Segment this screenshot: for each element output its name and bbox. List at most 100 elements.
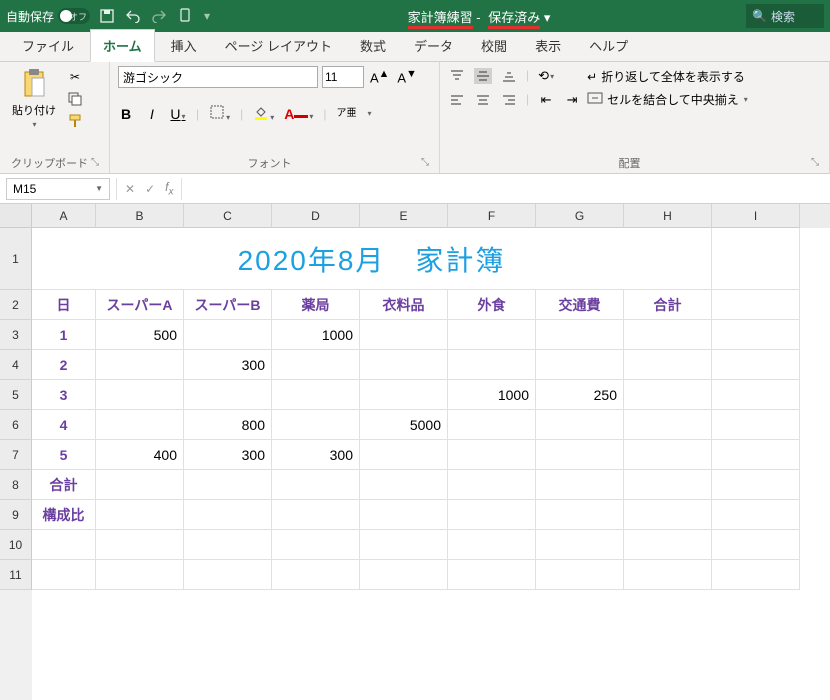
align-bottom-button[interactable] [500,68,518,84]
cell[interactable] [624,500,712,530]
format-painter-button[interactable] [66,112,84,130]
data-cell[interactable] [96,380,184,410]
total-label[interactable]: 合計 [32,470,96,500]
row-header[interactable]: 11 [0,560,32,590]
align-left-button[interactable] [448,92,466,108]
select-all-corner[interactable] [0,204,32,228]
copy-button[interactable] [66,90,84,108]
cell[interactable] [360,500,448,530]
font-color-button[interactable]: A▾ [284,106,313,122]
data-cell[interactable]: 1000 [448,380,536,410]
tab-page-layout[interactable]: ページ レイアウト [213,30,344,61]
cell[interactable] [184,470,272,500]
cell[interactable] [712,410,800,440]
phonetic-button[interactable]: ア亜 [337,109,357,119]
row-header[interactable]: 5 [0,380,32,410]
cell[interactable] [272,530,360,560]
day-cell[interactable]: 1 [32,320,96,350]
redo-icon[interactable] [150,7,168,25]
row-header[interactable]: 10 [0,530,32,560]
cell[interactable] [712,350,800,380]
col-header[interactable]: A [32,204,96,228]
data-cell[interactable]: 500 [96,320,184,350]
undo-icon[interactable] [124,7,142,25]
touch-mode-icon[interactable] [176,7,194,25]
data-cell[interactable] [96,350,184,380]
tab-data[interactable]: データ [402,30,465,61]
col-header[interactable]: D [272,204,360,228]
header-cell[interactable]: 交通費 [536,290,624,320]
data-cell[interactable] [536,320,624,350]
name-box[interactable]: M15 ▼ [6,178,110,200]
data-cell[interactable] [360,440,448,470]
insert-function-button[interactable]: fx [165,180,173,197]
cell[interactable] [712,228,800,290]
cell[interactable] [712,380,800,410]
data-cell[interactable]: 300 [184,440,272,470]
cell[interactable] [712,470,800,500]
data-cell[interactable]: 800 [184,410,272,440]
fill-color-button[interactable]: ▾ [253,104,274,123]
enter-formula-button[interactable]: ✓ [145,182,155,196]
header-cell[interactable]: スーパーA [96,290,184,320]
day-cell[interactable]: 5 [32,440,96,470]
cell[interactable] [624,560,712,590]
data-cell[interactable] [272,410,360,440]
ratio-label[interactable]: 構成比 [32,500,96,530]
data-cell[interactable] [184,320,272,350]
data-cell[interactable] [448,440,536,470]
data-cell[interactable] [624,410,712,440]
cell[interactable] [360,470,448,500]
wrap-text-button[interactable]: ↵ 折り返して全体を表示する [587,68,748,85]
header-cell[interactable]: 合計 [624,290,712,320]
align-center-button[interactable] [474,92,492,108]
cell[interactable] [272,500,360,530]
search-box[interactable]: 🔍 検索 [746,4,824,28]
tab-review[interactable]: 校閲 [469,30,519,61]
cell[interactable] [536,560,624,590]
row-header[interactable]: 4 [0,350,32,380]
row-header[interactable]: 9 [0,500,32,530]
cell[interactable] [712,530,800,560]
data-cell[interactable] [272,350,360,380]
decrease-indent-button[interactable]: ⇤ [537,92,555,108]
data-cell[interactable] [536,410,624,440]
merge-center-button[interactable]: セルを結合して中央揃え ▾ [587,91,748,108]
data-cell[interactable] [360,380,448,410]
row-header[interactable]: 2 [0,290,32,320]
day-cell[interactable]: 4 [32,410,96,440]
clipboard-dialog-launcher[interactable]: ⤡ [91,157,101,168]
header-cell[interactable]: 衣料品 [360,290,448,320]
row-header[interactable]: 7 [0,440,32,470]
cell[interactable] [536,500,624,530]
cell[interactable] [712,320,800,350]
col-header[interactable]: H [624,204,712,228]
cut-button[interactable]: ✂ [66,68,84,86]
cell[interactable] [184,500,272,530]
data-cell[interactable] [184,380,272,410]
tab-file[interactable]: ファイル [10,30,86,61]
cell[interactable] [712,560,800,590]
header-cell[interactable]: 薬局 [272,290,360,320]
alignment-dialog-launcher[interactable]: ⤡ [811,157,821,168]
header-cell[interactable]: 日 [32,290,96,320]
header-cell[interactable]: 外食 [448,290,536,320]
data-cell[interactable] [624,440,712,470]
qat-dropdown-icon[interactable]: ▾ [204,9,210,23]
bold-button[interactable]: B [118,106,134,122]
data-cell[interactable]: 300 [184,350,272,380]
cell[interactable] [448,470,536,500]
italic-button[interactable]: I [144,106,160,122]
orientation-button[interactable]: ⟲▾ [537,68,555,84]
data-cell[interactable] [96,410,184,440]
cell[interactable] [96,560,184,590]
data-cell[interactable]: 400 [96,440,184,470]
cell[interactable] [712,440,800,470]
col-header[interactable]: I [712,204,800,228]
cell[interactable] [536,470,624,500]
data-cell[interactable]: 300 [272,440,360,470]
cell[interactable] [184,560,272,590]
cell[interactable] [184,530,272,560]
sheet-title[interactable]: 2020年8月 家計簿 [32,228,712,290]
data-cell[interactable] [448,350,536,380]
